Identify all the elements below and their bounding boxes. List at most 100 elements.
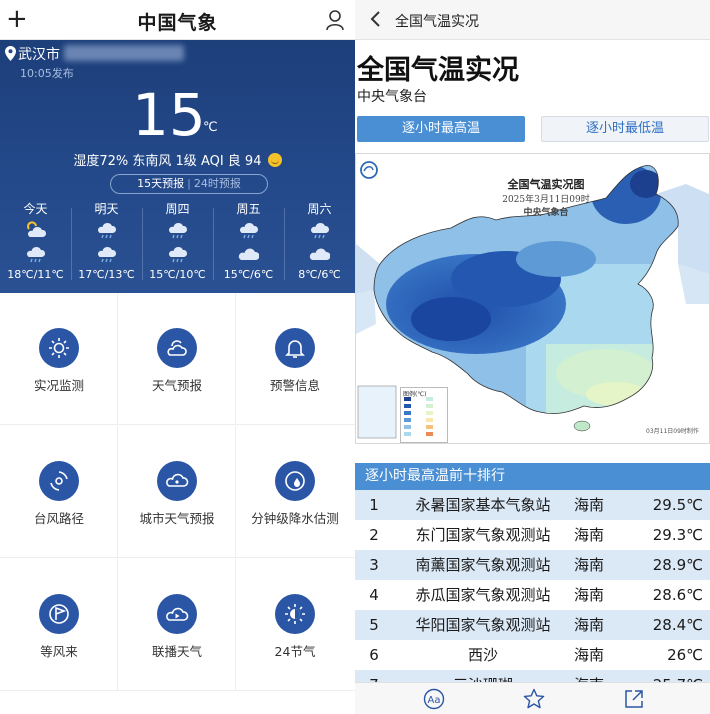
share-icon[interactable] bbox=[623, 688, 645, 710]
user-icon[interactable] bbox=[325, 9, 345, 31]
day-name: 明天 bbox=[94, 202, 119, 216]
map-footer: 03月11日09时制作 bbox=[646, 428, 699, 435]
sun-monitor-icon bbox=[49, 338, 69, 358]
feature-icon-circle bbox=[39, 328, 79, 368]
app-header: + 中国气象 bbox=[0, 0, 355, 40]
forecast-day-3[interactable]: 周五 15℃/6℃ bbox=[213, 198, 284, 293]
map-legend: 图例(℃) bbox=[400, 387, 448, 443]
star-icon[interactable] bbox=[523, 688, 545, 710]
temperature-value: 28.6℃ bbox=[652, 586, 703, 604]
day-divider bbox=[213, 208, 214, 280]
cloud-rain-icon bbox=[311, 222, 330, 239]
bell-icon bbox=[285, 340, 305, 358]
table-row[interactable]: 2 东门国家气象观测站 海南 29.3℃ bbox=[355, 520, 710, 550]
table-row[interactable]: 4 赤瓜国家气象观测站 海南 28.6℃ bbox=[355, 580, 710, 610]
cloud-rain-icon bbox=[169, 222, 188, 239]
table-row[interactable]: 3 南薰国家气象观测站 海南 28.9℃ bbox=[355, 550, 710, 580]
feature-icon-circle bbox=[275, 594, 315, 634]
font-size-icon[interactable]: Aa bbox=[423, 688, 445, 710]
province: 海南 bbox=[573, 646, 604, 664]
feature-grid: 实况监测 天气预报 预警信息台风路径 城市天气预报 分钟级降水估测 等风来 联播天气 24节气 bbox=[0, 293, 355, 691]
forecast-day-1[interactable]: 明天 17℃/13℃ bbox=[71, 198, 142, 293]
feature-city-cloud[interactable]: 城市天气预报 bbox=[118, 426, 236, 558]
forecast-day-4[interactable]: 周六 8℃/6℃ bbox=[284, 198, 355, 293]
forecast-day-0[interactable]: 今天 18℃/11℃ bbox=[0, 198, 71, 293]
temperature-value: 28.9℃ bbox=[652, 556, 703, 574]
feature-icon-circle bbox=[157, 594, 197, 634]
redacted-address bbox=[64, 45, 184, 61]
partly-cloudy-icon bbox=[167, 340, 187, 356]
temperature-unit: ℃ bbox=[203, 120, 218, 135]
feature-bell[interactable]: 预警信息 bbox=[236, 293, 355, 425]
cloud-rain-icon bbox=[98, 222, 117, 239]
feature-label: 天气预报 bbox=[151, 378, 202, 393]
table-row[interactable]: 1 永暑国家基本气象站 海南 29.5℃ bbox=[355, 490, 710, 520]
current-weather-card: 武汉市 10:05发布 15 ℃ 湿度72% 东南风 1级 AQI 良 94 1… bbox=[0, 40, 355, 293]
forecast-toggle: 15天预报 | 24时预报 bbox=[110, 174, 268, 194]
feature-typhoon[interactable]: 台风路径 bbox=[0, 426, 118, 558]
station-name: 西沙 bbox=[467, 646, 498, 664]
feature-sun-monitor[interactable]: 实况监测 bbox=[0, 293, 118, 425]
tab-hourly-min[interactable]: 逐小时最低温 bbox=[541, 116, 709, 142]
station-name: 南薰国家气象观测站 bbox=[415, 556, 551, 574]
legend-swatches bbox=[404, 397, 433, 436]
tab-hourly-max[interactable]: 逐小时最高温 bbox=[357, 116, 525, 142]
feature-icon-circle bbox=[275, 461, 315, 501]
feature-icon-circle bbox=[275, 328, 315, 368]
station-name: 华阳国家气象观测站 bbox=[415, 616, 551, 634]
day-name: 周六 bbox=[307, 202, 332, 216]
map-source: 中央气象台 bbox=[523, 208, 569, 218]
location[interactable]: 武汉市 bbox=[5, 44, 60, 64]
table-row[interactable]: 6 西沙 海南 26℃ bbox=[355, 640, 710, 670]
cloud-icon bbox=[238, 248, 259, 260]
temperature-value: 26℃ bbox=[667, 646, 703, 664]
temperature-map[interactable]: 全国气温实况图 2025年3月11日09时 中央气象台 图例(℃) 03月11日… bbox=[355, 153, 710, 444]
feature-label: 24节气 bbox=[274, 644, 316, 659]
table-row[interactable]: 5 华阳国家气象观测站 海南 28.4℃ bbox=[355, 610, 710, 640]
feature-play-cloud[interactable]: 联播天气 bbox=[118, 559, 236, 691]
temperature-value: 29.3℃ bbox=[652, 526, 703, 544]
feature-icon-circle bbox=[39, 594, 79, 634]
chevron-left-icon[interactable] bbox=[369, 10, 381, 28]
temperature-value: 28.4℃ bbox=[652, 616, 703, 634]
weather-app-panel: + 中国气象 武汉市 10:05发布 15 ℃ 湿度72% 东南风 1级 AQI… bbox=[0, 0, 355, 714]
cloud-rain-icon bbox=[27, 246, 46, 263]
feature-icon-circle bbox=[157, 461, 197, 501]
day-divider bbox=[71, 208, 72, 280]
province: 海南 bbox=[573, 556, 604, 574]
rank-number: 5 bbox=[369, 616, 379, 634]
forecast-24-button[interactable]: 24时预报 bbox=[194, 177, 241, 190]
day-name: 周五 bbox=[236, 202, 261, 216]
day-name: 周四 bbox=[165, 202, 190, 216]
play-cloud-icon bbox=[166, 607, 189, 621]
current-temperature: 15 bbox=[132, 81, 206, 149]
forecast-day-2[interactable]: 周四 15℃/10℃ bbox=[142, 198, 213, 293]
daily-forecast-strip: 今天 18℃/11℃ 明天 17℃/13℃ 周四 15℃/10℃ 周五 15℃/6℃ 周六 8℃/… bbox=[0, 198, 355, 293]
ranking-header: 逐小时最高温前十排行 bbox=[355, 463, 710, 490]
app-logo: 中国气象 bbox=[137, 12, 218, 34]
day-temp-range: 15℃/6℃ bbox=[223, 268, 274, 281]
map-title: 全国气温实况图 bbox=[507, 178, 585, 191]
temperature-page-panel: 全国气温实况 全国气温实况 中央气象台 逐小时最高温 逐小时最低温 全国气温实况… bbox=[355, 0, 710, 714]
feature-partly-cloudy[interactable]: 天气预报 bbox=[118, 293, 236, 425]
forecast-15-button[interactable]: 15天预报 bbox=[137, 177, 184, 190]
province: 海南 bbox=[573, 616, 604, 634]
province: 海南 bbox=[573, 586, 604, 604]
province: 海南 bbox=[573, 526, 604, 544]
rank-number: 3 bbox=[369, 556, 379, 574]
feature-drop-clock[interactable]: 分钟级降水估测 bbox=[236, 426, 355, 558]
day-temp-range: 17℃/13℃ bbox=[78, 268, 135, 281]
partly-cloudy-icon bbox=[27, 221, 46, 237]
map-time: 2025年3月11日09时 bbox=[502, 195, 590, 205]
feature-label: 预警信息 bbox=[269, 378, 320, 393]
day-name: 今天 bbox=[23, 202, 48, 216]
feature-wind-flag[interactable]: 等风来 bbox=[0, 559, 118, 691]
weather-info-line: 湿度72% 东南风 1级 AQI 良 94 bbox=[0, 150, 355, 169]
feature-solar-term[interactable]: 24节气 bbox=[236, 559, 355, 691]
feature-label: 城市天气预报 bbox=[139, 511, 215, 526]
cloud-rain-icon bbox=[240, 222, 259, 239]
feature-icon-circle bbox=[39, 461, 79, 501]
typhoon-icon bbox=[50, 471, 68, 491]
rank-number: 6 bbox=[369, 646, 379, 664]
location-pin-icon bbox=[5, 46, 16, 61]
